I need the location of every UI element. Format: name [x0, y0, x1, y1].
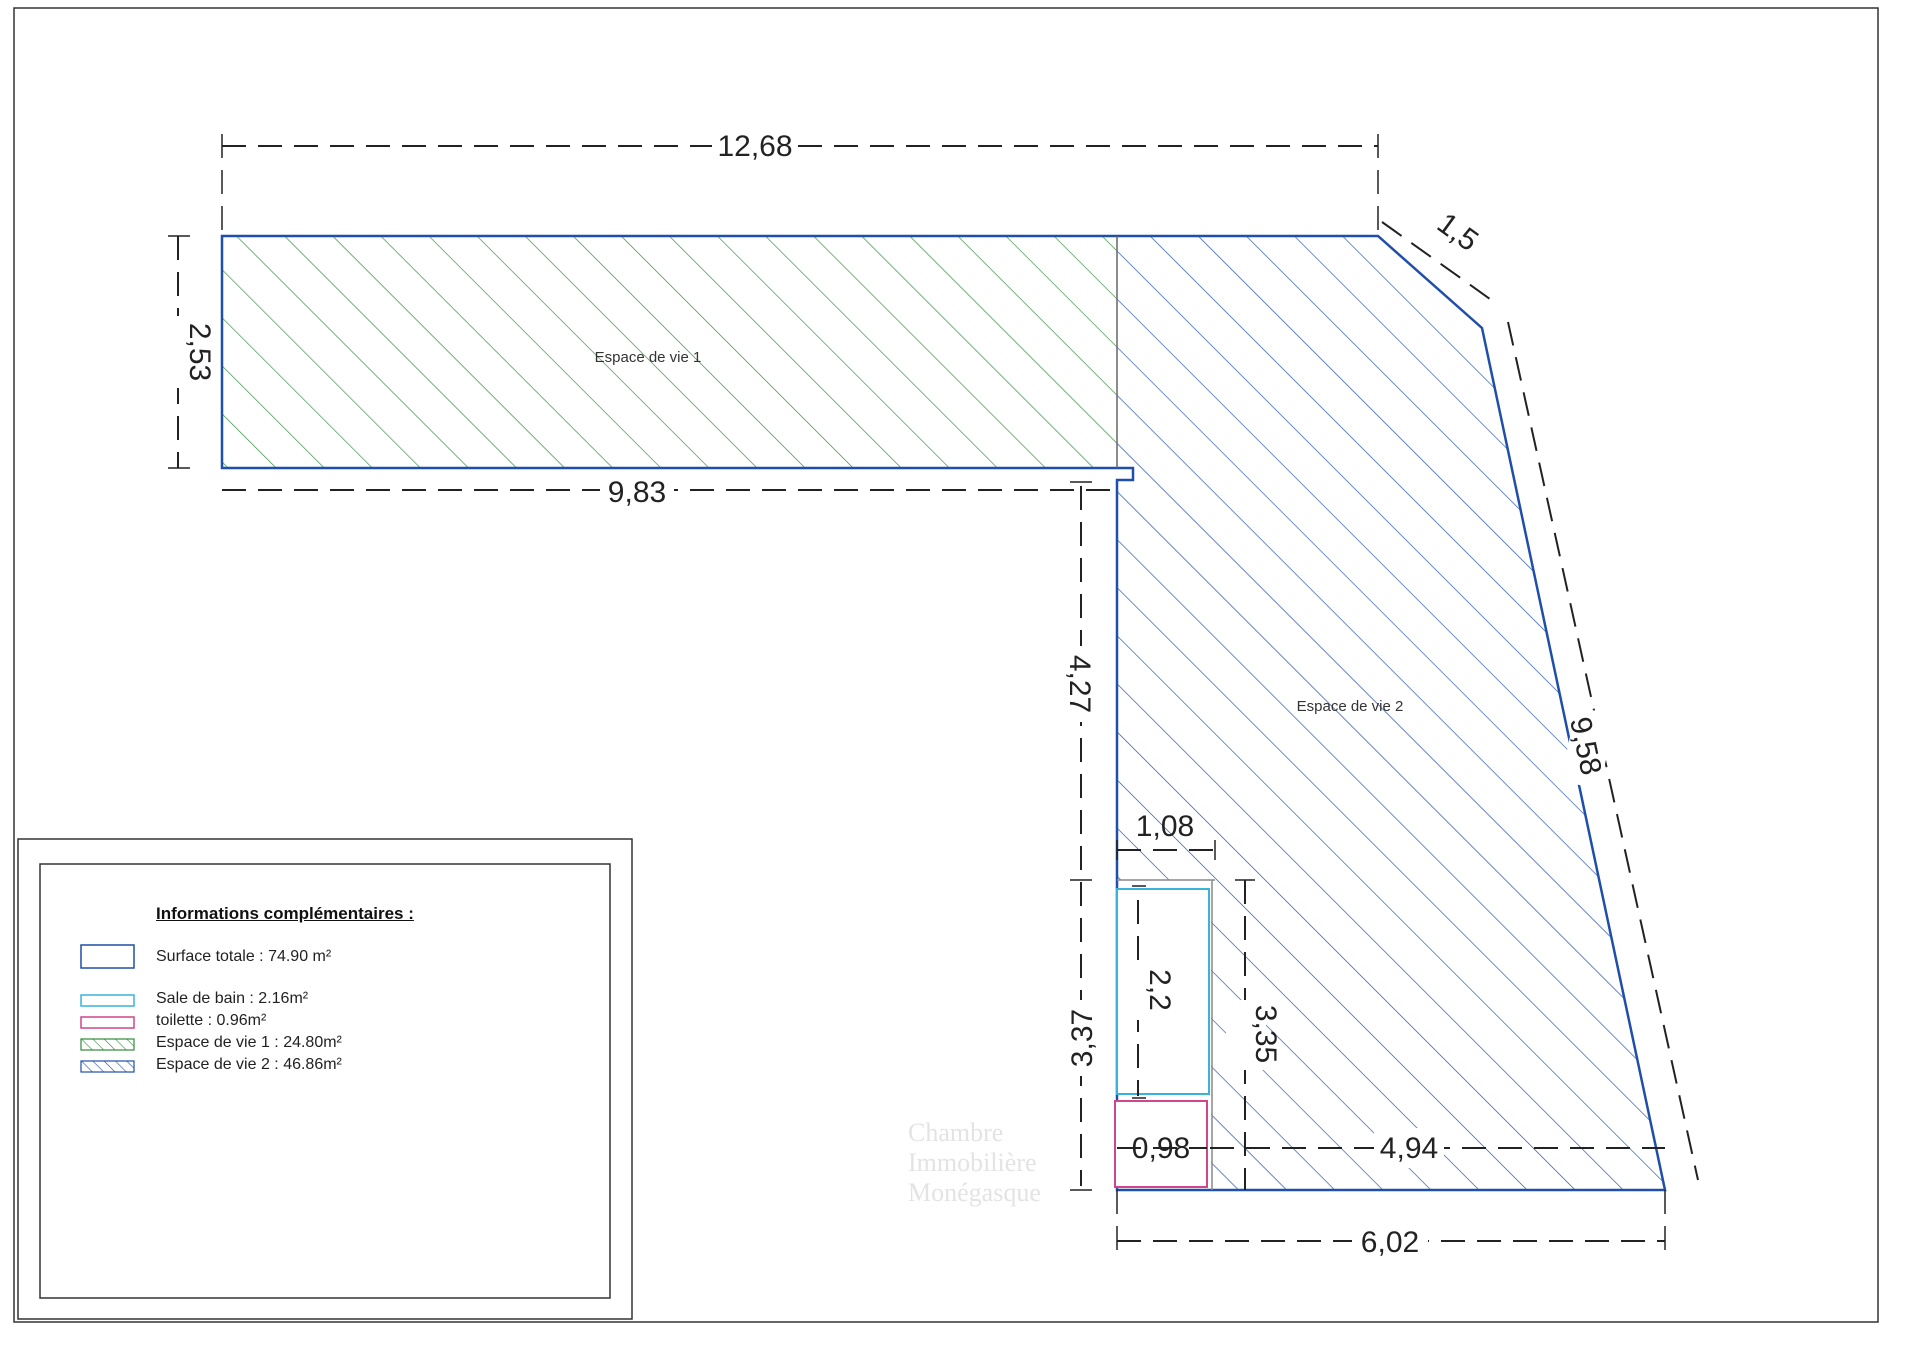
legend-title: Informations complémentaires :: [156, 904, 414, 923]
toilet-swatch: [80, 1016, 135, 1029]
dim-top-width: 12,68: [717, 130, 792, 163]
dim-toilet-width: 0,98: [1132, 1132, 1190, 1165]
watermark: Chambre Immobilière Monégasque: [908, 1118, 1041, 1208]
dim-vertical-upper: 4,27: [1063, 655, 1096, 713]
total-surface-swatch: [80, 944, 135, 969]
room-label-espace-1: Espace de vie 1: [595, 349, 702, 366]
legend-espace-1: Espace de vie 1 : 24.80m²: [156, 1034, 342, 1051]
legend-espace-2: Espace de vie 2 : 46.86m²: [156, 1056, 342, 1073]
bath-swatch: [80, 994, 135, 1007]
legend-bath: Sale de bain : 2.16m²: [156, 990, 309, 1007]
espace-2-swatch: [80, 1060, 135, 1073]
legend: Informations complémentaires : Surface t…: [40, 864, 610, 1298]
dim-bath-right-height: 3,35: [1249, 1005, 1282, 1063]
watermark-line-2: Immobilière: [908, 1148, 1037, 1177]
dim-left-height: 2,53: [183, 323, 216, 381]
dim-bath-width: 1,08: [1136, 810, 1194, 843]
watermark-line-1: Chambre: [908, 1118, 1004, 1147]
room-label-espace-2: Espace de vie 2: [1297, 698, 1404, 715]
dim-vertical-lower: 3,37: [1066, 1009, 1099, 1067]
dim-chamfer: 1,5: [1431, 207, 1484, 258]
dim-bottom-left: 9,83: [608, 476, 666, 509]
legend-toilet: toilette : 0.96m²: [156, 1012, 267, 1029]
dim-bath-height: 2,2: [1143, 969, 1176, 1011]
espace-1-swatch: [80, 1038, 135, 1051]
dim-bottom-total: 6,02: [1361, 1226, 1419, 1259]
watermark-line-3: Monégasque: [908, 1178, 1041, 1207]
legend-total: Surface totale : 74.90 m²: [156, 948, 332, 965]
dim-bottom-inner: 4,94: [1380, 1132, 1438, 1165]
